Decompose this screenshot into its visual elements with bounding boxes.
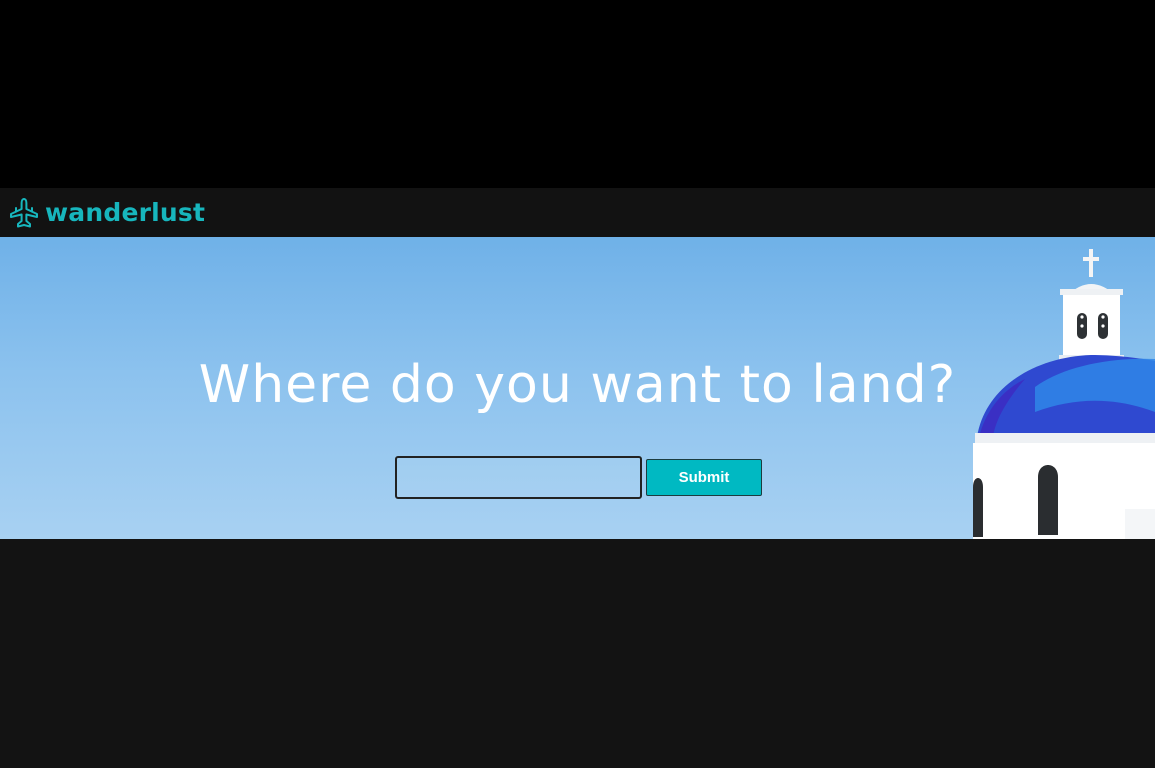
hero-banner: Where do you want to land? Submit [0, 237, 1155, 539]
destination-search-input[interactable] [395, 456, 642, 499]
submit-button[interactable]: Submit [646, 459, 762, 496]
page: wanderlust Where do you want to land? Su… [0, 0, 1155, 768]
destination-search-form: Submit [395, 456, 762, 499]
brand-logo-link[interactable]: wanderlust [8, 197, 205, 229]
airplane-icon [8, 197, 40, 229]
navbar: wanderlust [0, 188, 1155, 237]
hero-title: Where do you want to land? [198, 355, 957, 415]
brand-name: wanderlust [45, 198, 206, 227]
page-lower-section [0, 539, 1155, 768]
